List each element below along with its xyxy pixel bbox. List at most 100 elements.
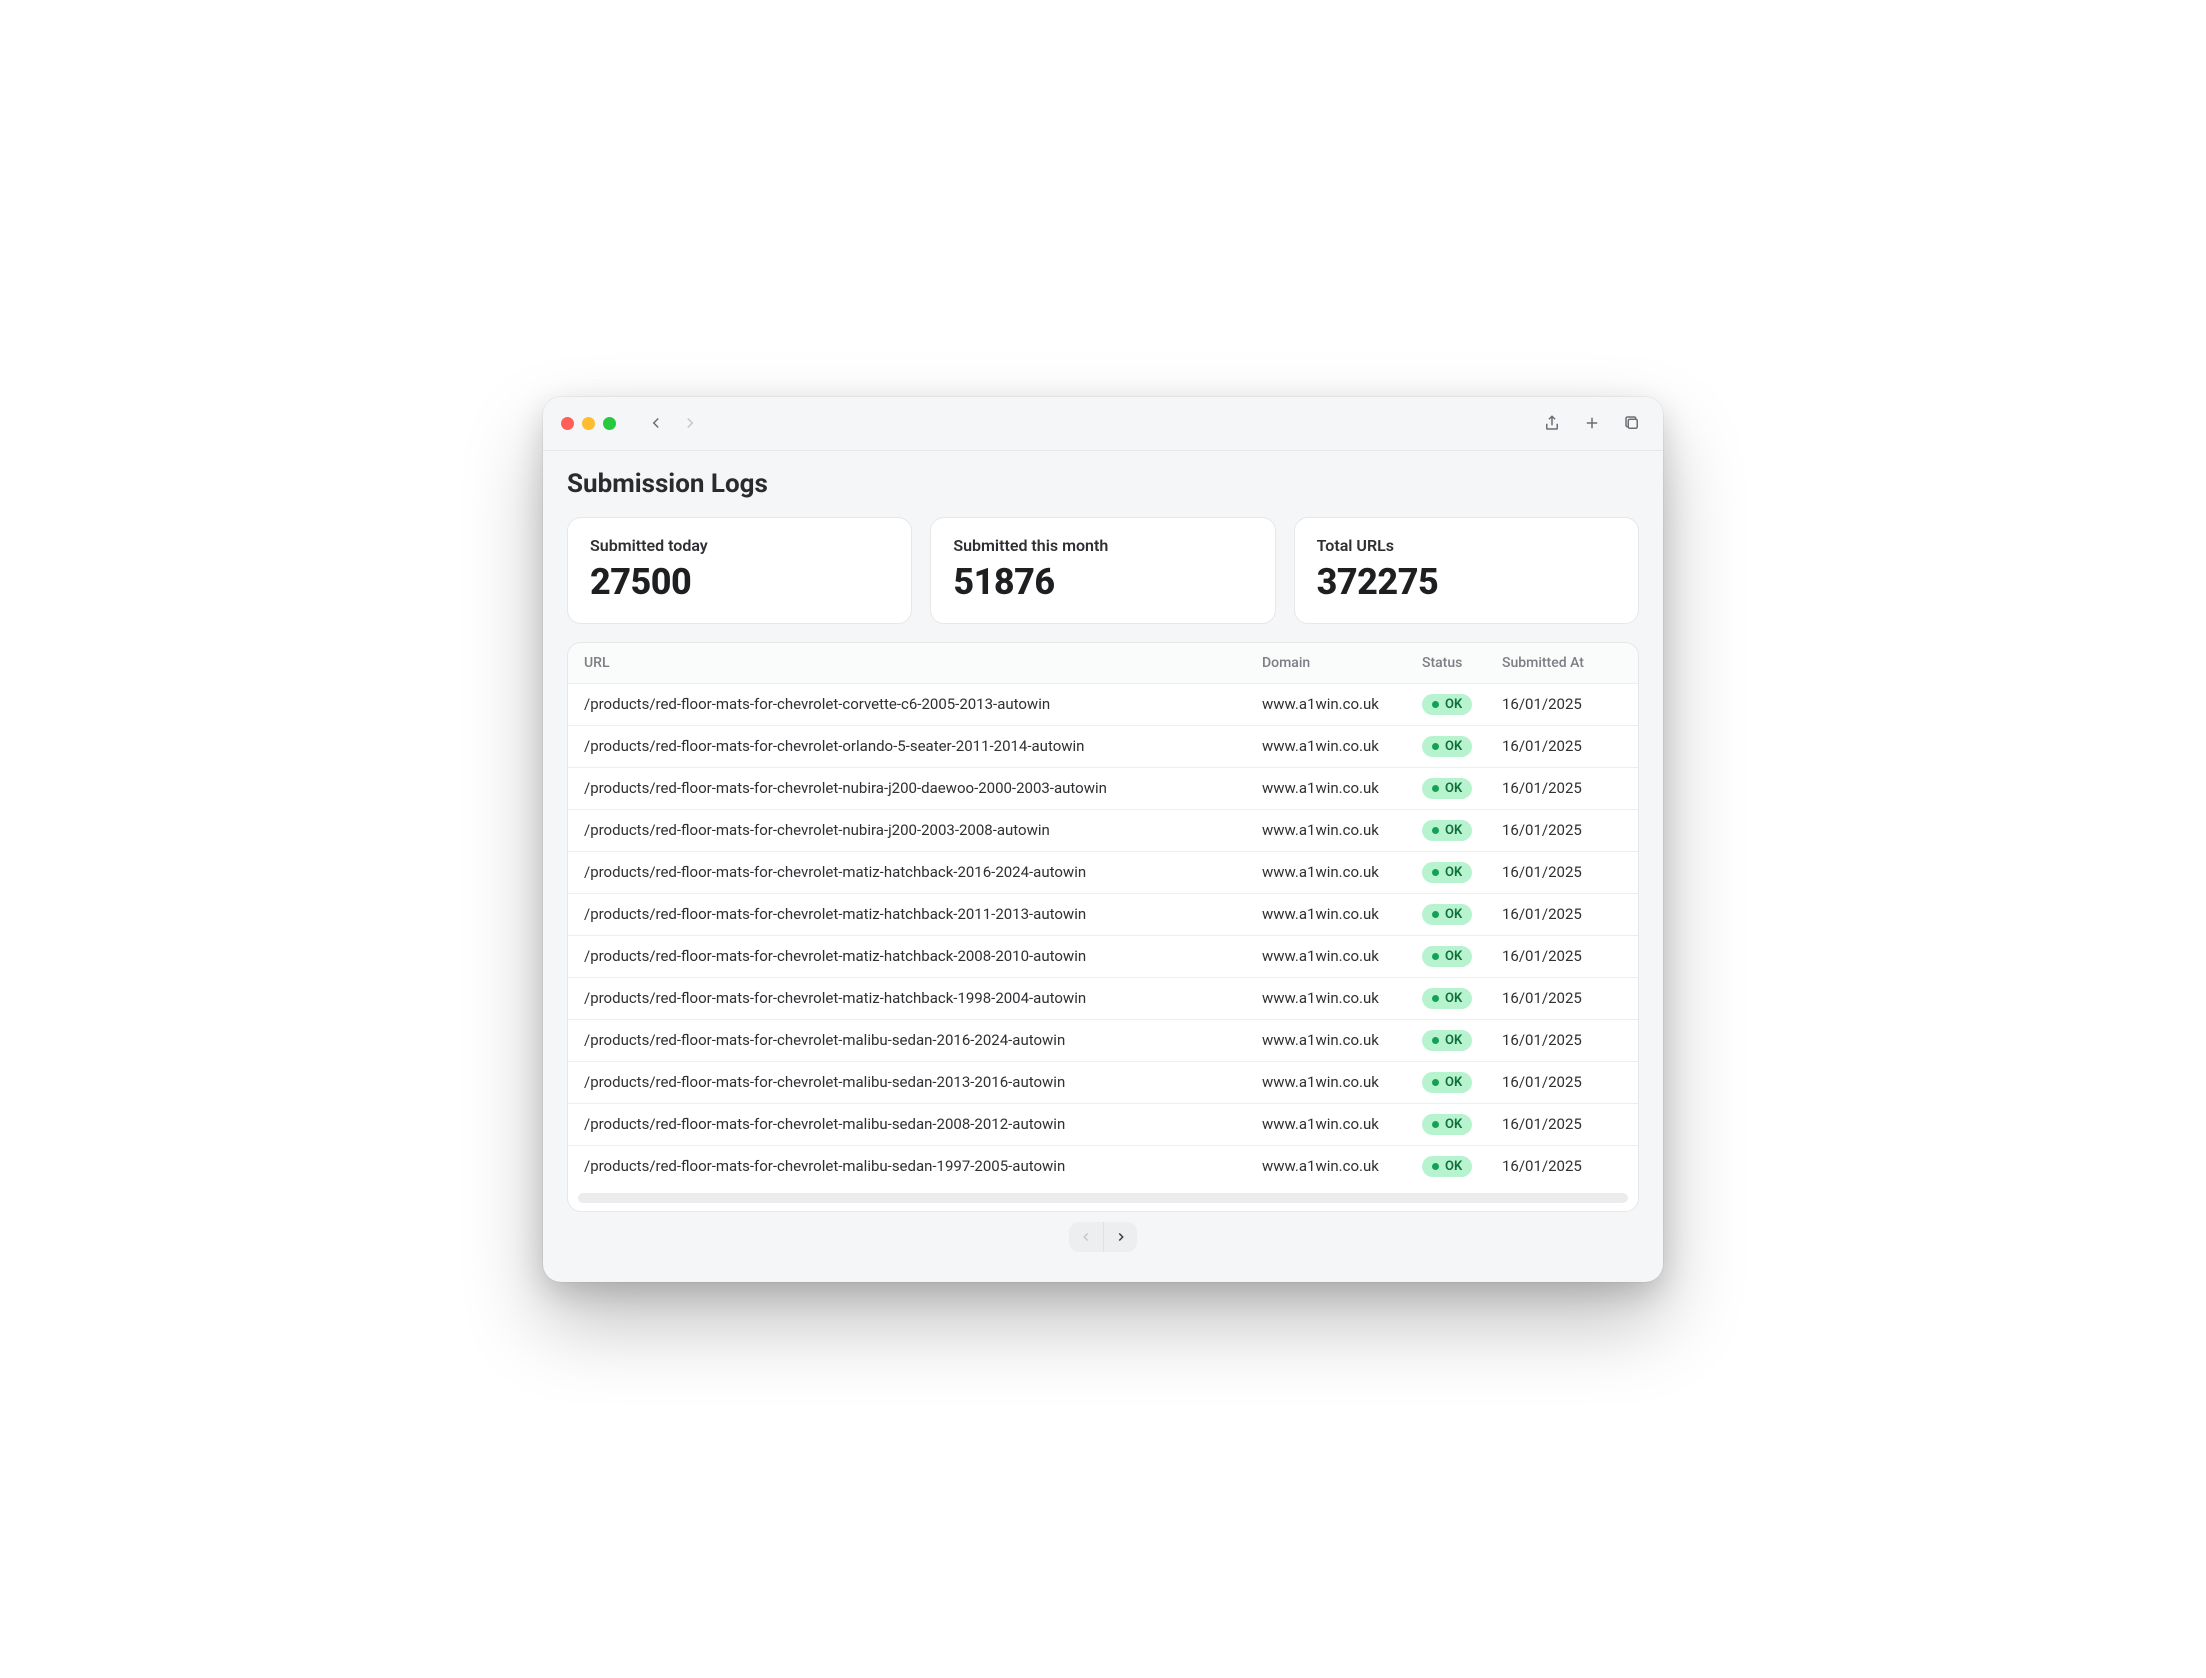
status-dot-icon bbox=[1432, 743, 1439, 750]
table-row: /products/red-floor-mats-for-chevrolet-m… bbox=[568, 852, 1638, 894]
status-text: OK bbox=[1445, 1117, 1462, 1132]
back-button[interactable] bbox=[642, 409, 670, 437]
cell-date: 16/01/2025 bbox=[1502, 863, 1622, 881]
status-text: OK bbox=[1445, 739, 1462, 754]
new-tab-button[interactable] bbox=[1579, 410, 1605, 436]
status-dot-icon bbox=[1432, 1163, 1439, 1170]
table-row: /products/red-floor-mats-for-chevrolet-o… bbox=[568, 726, 1638, 768]
cell-domain: www.a1win.co.uk bbox=[1262, 737, 1422, 755]
stat-card-today: Submitted today 27500 bbox=[567, 517, 912, 624]
status-text: OK bbox=[1445, 1159, 1462, 1174]
status-text: OK bbox=[1445, 781, 1462, 796]
page-prev-button[interactable] bbox=[1069, 1222, 1103, 1252]
table-row: /products/red-floor-mats-for-chevrolet-c… bbox=[568, 684, 1638, 726]
cell-date: 16/01/2025 bbox=[1502, 989, 1622, 1007]
cell-url: /products/red-floor-mats-for-chevrolet-m… bbox=[584, 905, 1262, 923]
status-dot-icon bbox=[1432, 1037, 1439, 1044]
table-row: /products/red-floor-mats-for-chevrolet-m… bbox=[568, 1104, 1638, 1146]
status-dot-icon bbox=[1432, 785, 1439, 792]
cell-status: OK bbox=[1422, 862, 1502, 883]
cell-date: 16/01/2025 bbox=[1502, 1073, 1622, 1091]
maximize-window-button[interactable] bbox=[603, 417, 616, 430]
table-header: URL Domain Status Submitted At bbox=[568, 643, 1638, 684]
status-badge: OK bbox=[1422, 736, 1472, 757]
cell-status: OK bbox=[1422, 694, 1502, 715]
status-badge: OK bbox=[1422, 988, 1472, 1009]
cell-domain: www.a1win.co.uk bbox=[1262, 779, 1422, 797]
page-title: Submission Logs bbox=[567, 469, 1639, 499]
cell-domain: www.a1win.co.uk bbox=[1262, 989, 1422, 1007]
plus-icon bbox=[1583, 414, 1601, 432]
col-header-url: URL bbox=[584, 655, 1262, 671]
cell-date: 16/01/2025 bbox=[1502, 821, 1622, 839]
status-text: OK bbox=[1445, 865, 1462, 880]
cell-domain: www.a1win.co.uk bbox=[1262, 695, 1422, 713]
cell-date: 16/01/2025 bbox=[1502, 1031, 1622, 1049]
cell-url: /products/red-floor-mats-for-chevrolet-m… bbox=[584, 863, 1262, 881]
status-badge: OK bbox=[1422, 1030, 1472, 1051]
status-text: OK bbox=[1445, 1075, 1462, 1090]
table-row: /products/red-floor-mats-for-chevrolet-m… bbox=[568, 1020, 1638, 1062]
table-body: /products/red-floor-mats-for-chevrolet-c… bbox=[568, 684, 1638, 1187]
cell-url: /products/red-floor-mats-for-chevrolet-m… bbox=[584, 1115, 1262, 1133]
cell-domain: www.a1win.co.uk bbox=[1262, 1073, 1422, 1091]
minimize-window-button[interactable] bbox=[582, 417, 595, 430]
close-window-button[interactable] bbox=[561, 417, 574, 430]
logs-table: URL Domain Status Submitted At /products… bbox=[567, 642, 1639, 1212]
share-button[interactable] bbox=[1539, 410, 1565, 436]
status-badge: OK bbox=[1422, 778, 1472, 799]
chevron-left-icon bbox=[647, 414, 665, 432]
pagination bbox=[567, 1212, 1639, 1268]
chevron-right-icon bbox=[1114, 1230, 1128, 1244]
status-dot-icon bbox=[1432, 911, 1439, 918]
status-text: OK bbox=[1445, 907, 1462, 922]
status-badge: OK bbox=[1422, 946, 1472, 967]
status-badge: OK bbox=[1422, 904, 1472, 925]
cell-date: 16/01/2025 bbox=[1502, 1115, 1622, 1133]
tabs-icon bbox=[1623, 414, 1641, 432]
cell-domain: www.a1win.co.uk bbox=[1262, 863, 1422, 881]
cell-domain: www.a1win.co.uk bbox=[1262, 1115, 1422, 1133]
cell-status: OK bbox=[1422, 1156, 1502, 1177]
table-row: /products/red-floor-mats-for-chevrolet-n… bbox=[568, 810, 1638, 852]
status-text: OK bbox=[1445, 991, 1462, 1006]
status-dot-icon bbox=[1432, 1121, 1439, 1128]
cell-status: OK bbox=[1422, 1030, 1502, 1051]
cell-date: 16/01/2025 bbox=[1502, 737, 1622, 755]
nav-arrows bbox=[642, 409, 704, 437]
stat-value: 27500 bbox=[590, 561, 889, 603]
tabs-button[interactable] bbox=[1619, 410, 1645, 436]
col-header-date: Submitted At bbox=[1502, 655, 1622, 671]
stat-label: Submitted this month bbox=[953, 536, 1252, 555]
status-text: OK bbox=[1445, 1033, 1462, 1048]
content: Submission Logs Submitted today 27500 Su… bbox=[543, 451, 1663, 1282]
chevron-left-icon bbox=[1079, 1230, 1093, 1244]
horizontal-scrollbar[interactable] bbox=[578, 1193, 1628, 1203]
col-header-domain: Domain bbox=[1262, 655, 1422, 671]
cell-url: /products/red-floor-mats-for-chevrolet-c… bbox=[584, 695, 1262, 713]
status-text: OK bbox=[1445, 823, 1462, 838]
stat-label: Submitted today bbox=[590, 536, 889, 555]
cell-url: /products/red-floor-mats-for-chevrolet-o… bbox=[584, 737, 1262, 755]
cell-status: OK bbox=[1422, 904, 1502, 925]
table-row: /products/red-floor-mats-for-chevrolet-n… bbox=[568, 768, 1638, 810]
status-badge: OK bbox=[1422, 1156, 1472, 1177]
col-header-status: Status bbox=[1422, 655, 1502, 671]
status-dot-icon bbox=[1432, 953, 1439, 960]
status-badge: OK bbox=[1422, 820, 1472, 841]
cell-date: 16/01/2025 bbox=[1502, 947, 1622, 965]
status-badge: OK bbox=[1422, 862, 1472, 883]
forward-button[interactable] bbox=[676, 409, 704, 437]
cell-domain: www.a1win.co.uk bbox=[1262, 821, 1422, 839]
cell-url: /products/red-floor-mats-for-chevrolet-m… bbox=[584, 947, 1262, 965]
page-next-button[interactable] bbox=[1103, 1222, 1137, 1252]
cell-domain: www.a1win.co.uk bbox=[1262, 1157, 1422, 1175]
chevron-right-icon bbox=[681, 414, 699, 432]
stat-cards: Submitted today 27500 Submitted this mon… bbox=[567, 517, 1639, 624]
cell-date: 16/01/2025 bbox=[1502, 695, 1622, 713]
cell-status: OK bbox=[1422, 1114, 1502, 1135]
window-controls bbox=[561, 417, 616, 430]
cell-domain: www.a1win.co.uk bbox=[1262, 1031, 1422, 1049]
cell-url: /products/red-floor-mats-for-chevrolet-m… bbox=[584, 1031, 1262, 1049]
status-badge: OK bbox=[1422, 694, 1472, 715]
